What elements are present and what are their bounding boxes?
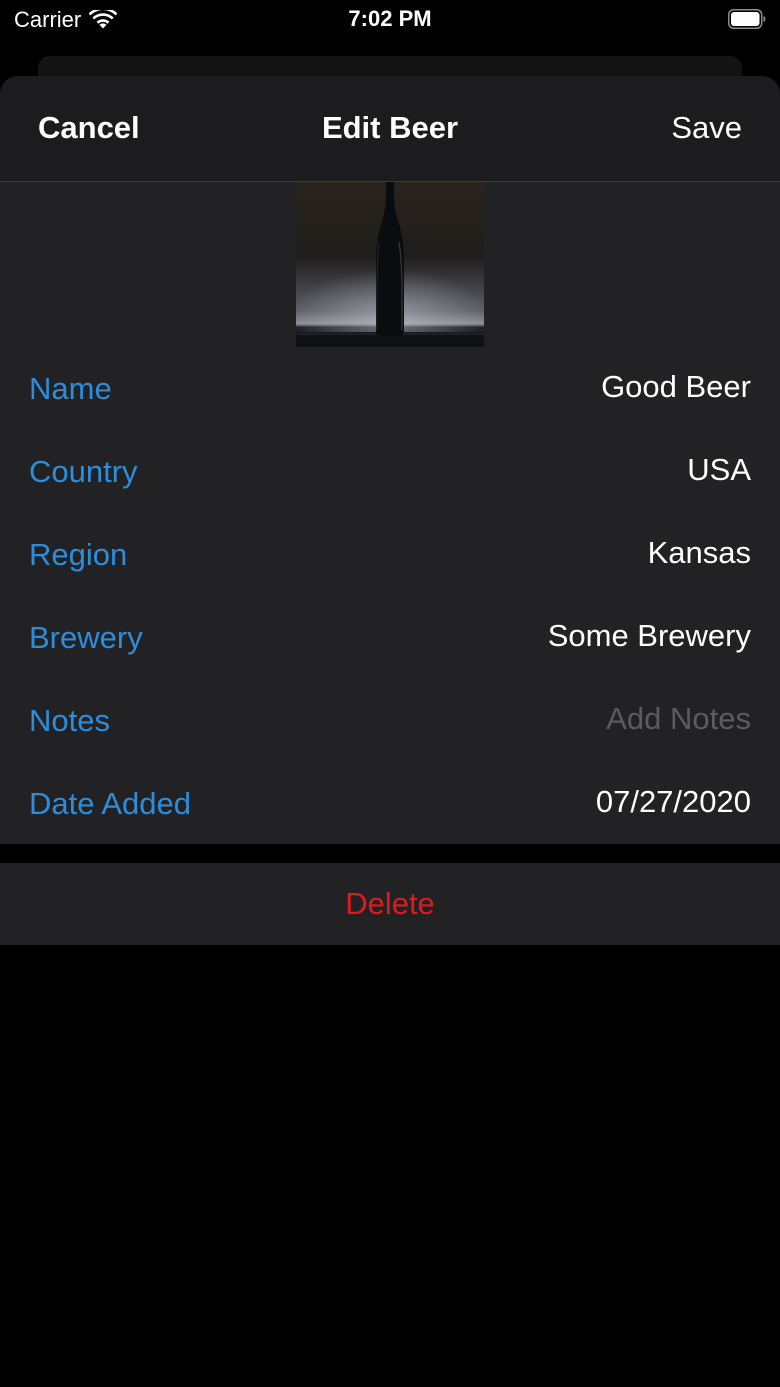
field-row-name[interactable]: Name Good Beer [0, 347, 780, 430]
notes-label: Notes [29, 703, 110, 738]
beer-photo[interactable] [296, 182, 484, 347]
name-label: Name [29, 371, 112, 406]
brewery-value[interactable]: Some Brewery [548, 618, 751, 654]
field-row-notes[interactable]: Notes Add Notes [0, 679, 780, 762]
date-added-value[interactable]: 07/27/2020 [596, 784, 751, 820]
region-label: Region [29, 537, 128, 572]
brewery-label: Brewery [29, 620, 143, 655]
field-row-brewery[interactable]: Brewery Some Brewery [0, 596, 780, 679]
name-value[interactable]: Good Beer [601, 369, 751, 405]
save-button[interactable]: Save [671, 110, 742, 146]
country-label: Country [29, 454, 138, 489]
beer-form: Name Good Beer Country USA Region Kansas… [0, 182, 780, 844]
field-row-date-added[interactable]: Date Added 07/27/2020 [0, 762, 780, 845]
field-row-country[interactable]: Country USA [0, 430, 780, 513]
edit-sheet: Cancel Edit Beer Save Name Good Beer Cou… [0, 76, 780, 1387]
region-value[interactable]: Kansas [648, 535, 751, 571]
delete-button[interactable]: Delete [0, 863, 780, 945]
battery-icon [728, 9, 766, 29]
status-bar: Carrier 7:02 PM [0, 0, 780, 40]
delete-label: Delete [345, 886, 435, 921]
notes-placeholder[interactable]: Add Notes [606, 701, 751, 737]
date-added-label: Date Added [29, 786, 192, 821]
page-title: Edit Beer [321, 110, 459, 145]
edit-beer-screen: Carrier 7:02 PM Cancel Edit Beer Save Na… [0, 0, 780, 1387]
status-time: 7:02 PM [348, 6, 432, 31]
country-value[interactable]: USA [687, 452, 751, 488]
field-row-region[interactable]: Region Kansas [0, 513, 780, 596]
navigation-bar: Cancel Edit Beer Save [0, 76, 780, 182]
